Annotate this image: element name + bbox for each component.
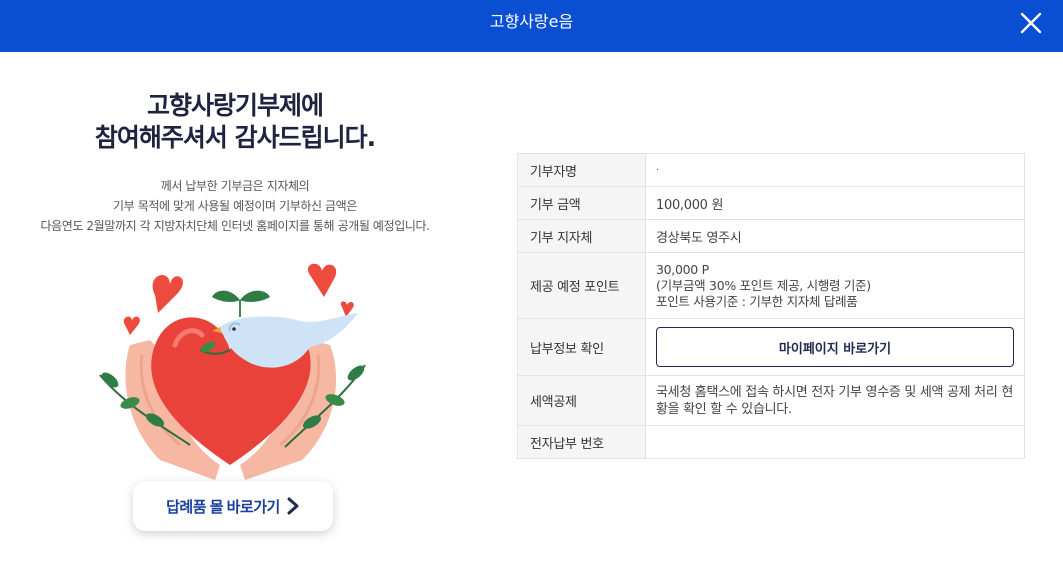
donor-name-value: · (645, 153, 1025, 187)
epay-number-label: 전자납부 번호 (517, 425, 646, 459)
description-line-2: 기부 목적에 맞게 사용될 예정이며 기부하신 금액은 (113, 199, 357, 213)
table-row: 기부자명 · (517, 153, 1025, 187)
points-note: (기부금액 30% 포인트 제공, 시행령 기준) (656, 277, 871, 293)
chevron-right-icon (287, 497, 299, 515)
points-usage: 포인트 사용기준 : 기부한 지자체 답례품 (656, 293, 858, 309)
heart-hands-dove-illustration (99, 263, 366, 480)
table-row: 세액공제 국세청 홈택스에 접속 하시면 전자 기부 영수증 및 세액 공제 처… (517, 375, 1025, 426)
region-label: 기부 지자체 (517, 219, 646, 253)
epay-number-value (645, 425, 1025, 459)
tax-deduction-label: 세액공제 (517, 375, 646, 426)
table-row: 제공 예정 포인트 30,000 P (기부금액 30% 포인트 제공, 시행령… (517, 252, 1025, 319)
amount-value: 100,000 원 (645, 186, 1025, 220)
points-amount: 30,000 P (656, 261, 709, 277)
region-value: 경상북도 영주시 (645, 219, 1025, 253)
table-row: 납부정보 확인 마이페이지 바로가기 (517, 318, 1025, 376)
description: 께서 납부한 기부금은 지자체의 기부 목적에 맞게 사용될 예정이며 기부하신… (10, 176, 460, 236)
donor-name-label: 기부자명 (517, 153, 646, 187)
description-line-3: 다음연도 2월말까지 각 지방자치단체 인터넷 홈페이지를 통해 공개될 예정입… (40, 219, 430, 233)
donation-details-table: 기부자명 · 기부 금액 100,000 원 기부 지자체 경상북도 영주시 제… (517, 153, 1025, 459)
tax-deduction-text: 국세청 홈택스에 접속 하시면 전자 기부 영수증 및 세액 공제 처리 현황을… (656, 384, 1013, 417)
tax-deduction-value: 국세청 홈택스에 접속 하시면 전자 기부 영수증 및 세액 공제 처리 현황을… (645, 375, 1025, 426)
close-icon[interactable] (1014, 6, 1048, 40)
heading-line-1: 고향사랑기부제에 (146, 91, 324, 120)
amount-label: 기부 금액 (517, 186, 646, 220)
payment-info-label: 납부정보 확인 (517, 318, 646, 376)
payment-info-value: 마이페이지 바로가기 (645, 318, 1025, 376)
points-label: 제공 예정 포인트 (517, 252, 646, 319)
points-value: 30,000 P (기부금액 30% 포인트 제공, 시행령 기준) 포인트 사… (645, 252, 1025, 319)
gift-mall-button[interactable]: 답례품 몰 바로가기 (133, 481, 333, 531)
mypage-button[interactable]: 마이페이지 바로가기 (656, 327, 1014, 367)
gift-mall-button-label: 답례품 몰 바로가기 (166, 498, 280, 516)
heading-line-2: 참여해주셔서 감사드립니다. (94, 123, 376, 152)
app-title: 고향사랑e음 (489, 12, 574, 31)
thank-you-heading: 고향사랑기부제에 참여해주셔서 감사드립니다. (40, 90, 430, 154)
top-bar: 고향사랑e음 (0, 0, 1063, 52)
table-row: 기부 지자체 경상북도 영주시 (517, 219, 1025, 253)
table-row: 전자납부 번호 (517, 425, 1025, 459)
description-line-1: 께서 납부한 기부금은 지자체의 (160, 179, 310, 193)
table-row: 기부 금액 100,000 원 (517, 186, 1025, 220)
